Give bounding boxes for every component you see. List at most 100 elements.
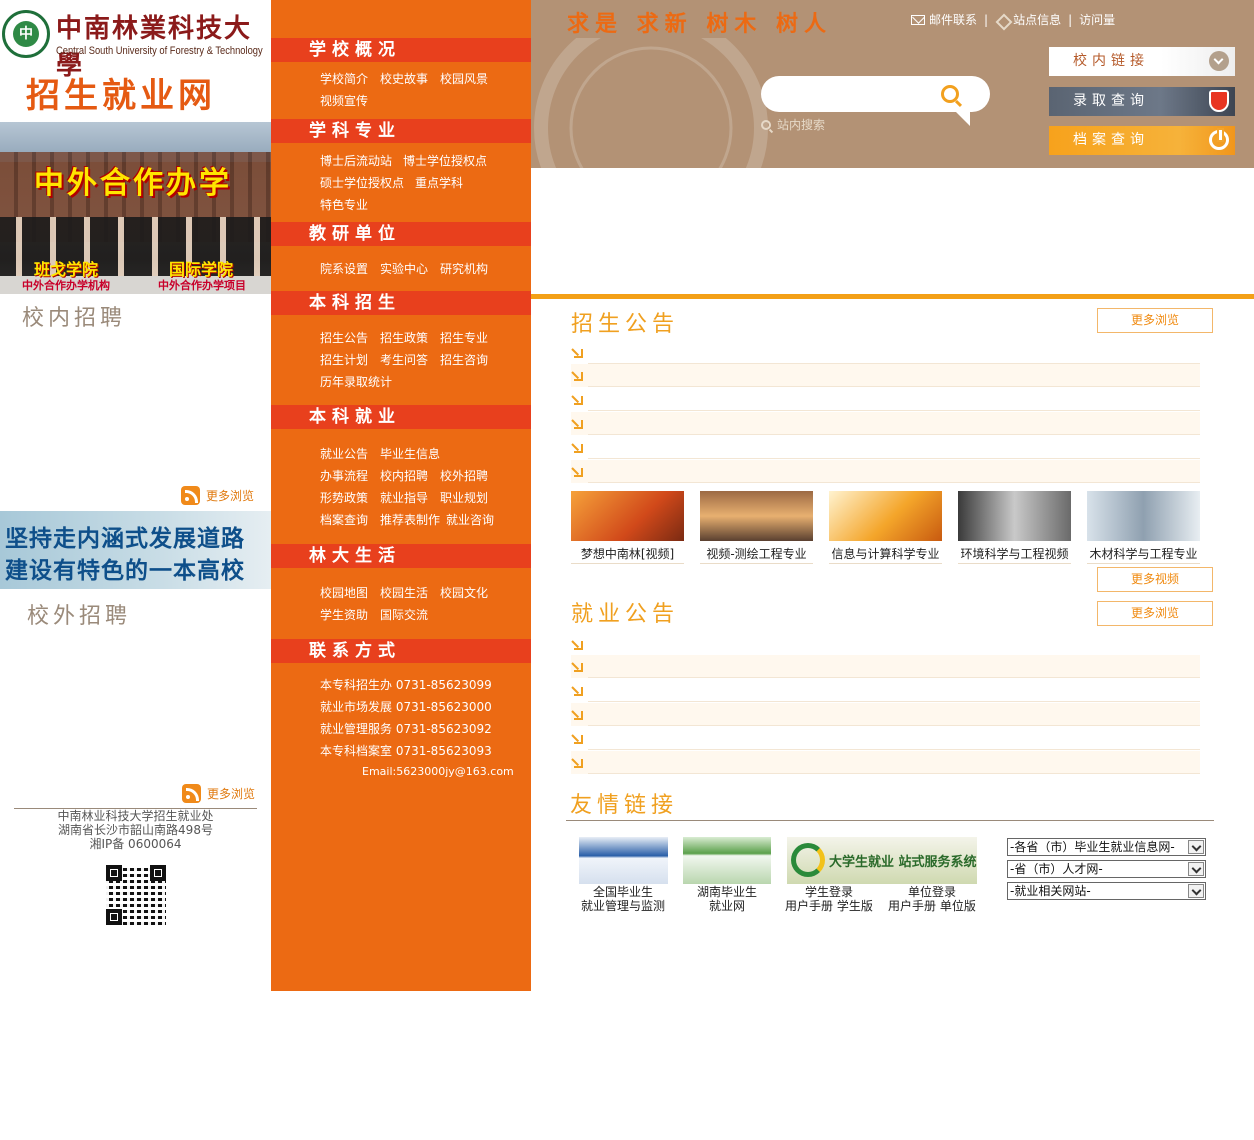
file-query-button[interactable]: 档案查询 <box>1049 126 1235 155</box>
shield-icon <box>1209 90 1229 112</box>
nav-link-procedures[interactable]: 办事流程 <box>320 467 368 484</box>
visitor-count-link[interactable]: 访问量 <box>1079 11 1115 28</box>
nav-link-student-aid[interactable]: 学生资助 <box>320 606 368 623</box>
video-thumb-1[interactable]: 梦想中南林[视频] <box>571 491 684 566</box>
hunan-graduate-link[interactable]: 湖南毕业生 就业网 <box>677 885 777 913</box>
nav-link-policy[interactable]: 形势政策 <box>320 489 368 506</box>
chevron-down-icon <box>1188 840 1204 854</box>
nav-link-campus-culture[interactable]: 校园文化 <box>440 584 488 601</box>
nav-link-offcampus-recruit[interactable]: 校外招聘 <box>440 467 488 484</box>
nav-head-school-overview[interactable]: 学校概况 <box>271 38 531 62</box>
list-item[interactable] <box>571 388 1200 411</box>
nav-link-admission-policy[interactable]: 招生政策 <box>380 329 428 346</box>
video-thumb-2[interactable]: 视频-测绘工程专业 <box>700 491 813 566</box>
employment-more-button[interactable]: 更多浏览 <box>1097 601 1213 626</box>
nav-head-contact[interactable]: 联系方式 <box>271 639 531 663</box>
nav-link-employment-consult[interactable]: 就业咨询 <box>446 511 494 528</box>
hunan-graduate-link-image[interactable] <box>683 837 771 884</box>
arrow-icon <box>571 465 583 477</box>
nav-link-graduate-info[interactable]: 毕业生信息 <box>380 445 440 462</box>
nav-link-faq[interactable]: 考生问答 <box>380 351 428 368</box>
nav-head-campus-life[interactable]: 林大生活 <box>271 544 531 568</box>
nav-link-postdoc[interactable]: 博士后流动站 <box>320 152 392 169</box>
friend-links-title: 友情链接 <box>570 793 679 818</box>
nav-head-research-units[interactable]: 教研单位 <box>271 222 531 246</box>
search-icon[interactable] <box>941 85 959 103</box>
nav-link-career-planning[interactable]: 职业规划 <box>440 489 488 506</box>
joint-program-banner[interactable]: 中外合作办学 班戈学院 国际学院 中外合作办学机构 中外合作办学项目 <box>0 122 271 294</box>
nav-link-featured-majors[interactable]: 特色专业 <box>320 196 368 213</box>
nav-link-admission-plan[interactable]: 招生计划 <box>320 351 368 368</box>
list-item[interactable] <box>571 341 1200 364</box>
list-item[interactable] <box>571 751 1200 774</box>
nav-link-research-institutes[interactable]: 研究机构 <box>440 260 488 277</box>
nav-link-history[interactable]: 校史故事 <box>380 70 428 87</box>
nav-link-lab-centers[interactable]: 实验中心 <box>380 260 428 277</box>
video-thumb-3[interactable]: 信息与计算科学专业 <box>829 491 942 566</box>
more-label: 更多浏览 <box>206 489 255 503</box>
nav-link-departments[interactable]: 院系设置 <box>320 260 368 277</box>
offcampus-recruit-more-link[interactable]: 更多浏览 <box>182 784 255 803</box>
campus-links-dropdown[interactable]: 校内链接 <box>1049 47 1235 76</box>
unit-manual-link[interactable]: 用户手册 单位版 <box>888 899 976 913</box>
slogan-banner[interactable]: 坚持走内涵式发展道路 建设有特色的一本高校 <box>0 511 271 589</box>
national-graduate-link[interactable]: 全国毕业生 就业管理与监测 <box>573 885 673 913</box>
nav-link-employment-notice[interactable]: 就业公告 <box>320 445 368 462</box>
arrow-icon <box>571 346 583 358</box>
nav-link-admission-consult[interactable]: 招生咨询 <box>440 351 488 368</box>
video-thumb-5[interactable]: 木材科学与工程专业 <box>1087 491 1200 566</box>
sitemap-icon <box>995 13 1009 27</box>
student-login-link[interactable]: 学生登录 <box>805 885 853 899</box>
unit-login-link[interactable]: 单位登录 <box>908 885 956 899</box>
nav-link-file-query[interactable]: 档案查询 <box>320 511 368 528</box>
nav-link-school-intro[interactable]: 学校简介 <box>320 70 368 87</box>
site-logo[interactable]: 中南林業科技大學 Central South University of For… <box>0 0 271 120</box>
nav-link-admission-stats[interactable]: 历年录取统计 <box>320 373 392 390</box>
employment-sites-select[interactable]: -就业相关网站- <box>1007 882 1206 900</box>
nav-link-campus-life[interactable]: 校园生活 <box>380 584 428 601</box>
one-stop-service-link-image[interactable]: 大学生就业 站式服务系统 <box>787 837 977 884</box>
admission-query-label: 录取查询 <box>1073 93 1149 109</box>
list-item[interactable] <box>571 460 1200 483</box>
search-input[interactable] <box>775 83 935 105</box>
nav-link-admission-majors[interactable]: 招生专业 <box>440 329 488 346</box>
admission-more-button[interactable]: 更多浏览 <box>1097 308 1213 333</box>
header-divider <box>531 294 1254 299</box>
nav-head-disciplines[interactable]: 学科专业 <box>271 119 531 143</box>
arrow-icon <box>571 638 583 650</box>
list-item[interactable] <box>571 655 1200 678</box>
nav-link-phd-points[interactable]: 博士学位授权点 <box>403 152 487 169</box>
nav-link-master-points[interactable]: 硕士学位授权点 <box>320 174 404 191</box>
list-item[interactable] <box>571 364 1200 387</box>
nav-link-campus-map[interactable]: 校园地图 <box>320 584 368 601</box>
nav-link-admission-notice[interactable]: 招生公告 <box>320 329 368 346</box>
list-item[interactable] <box>571 412 1200 435</box>
list-item[interactable] <box>571 703 1200 726</box>
list-item[interactable] <box>571 436 1200 459</box>
arrow-icon <box>571 369 583 381</box>
nav-head-admissions[interactable]: 本科招生 <box>271 291 531 315</box>
nav-head-employment[interactable]: 本科就业 <box>271 405 531 429</box>
nav-link-campus-scenery[interactable]: 校园风景 <box>440 70 488 87</box>
nav-link-key-disciplines[interactable]: 重点学科 <box>415 174 463 191</box>
nav-link-video[interactable]: 视频宣传 <box>320 92 368 109</box>
province-graduate-select[interactable]: -各省（市）毕业生就业信息网- <box>1007 838 1206 856</box>
province-talent-select[interactable]: -省（市）人才网- <box>1007 860 1206 878</box>
list-item[interactable] <box>571 679 1200 702</box>
video-thumb-4[interactable]: 环境科学与工程视频 <box>958 491 1071 566</box>
admission-query-button[interactable]: 录取查询 <box>1049 87 1235 116</box>
contact-email[interactable]: Email:5623000jy@163.com <box>362 765 514 778</box>
nav-link-recommend-form[interactable]: 推荐表制作 <box>380 511 440 528</box>
videos-more-button[interactable]: 更多视频 <box>1097 567 1213 592</box>
sitemap-link[interactable]: 站点信息 <box>1013 11 1061 28</box>
arrow-icon <box>571 708 583 720</box>
national-graduate-link-image[interactable] <box>579 837 668 884</box>
list-item[interactable] <box>571 633 1200 656</box>
nav-link-campus-recruit[interactable]: 校内招聘 <box>380 467 428 484</box>
nav-link-international[interactable]: 国际交流 <box>380 606 428 623</box>
list-item[interactable] <box>571 727 1200 750</box>
campus-recruit-more-link[interactable]: 更多浏览 <box>181 486 254 505</box>
student-manual-link[interactable]: 用户手册 学生版 <box>785 899 873 913</box>
nav-link-career-guidance[interactable]: 就业指导 <box>380 489 428 506</box>
mail-link[interactable]: 邮件联系 <box>929 11 977 28</box>
